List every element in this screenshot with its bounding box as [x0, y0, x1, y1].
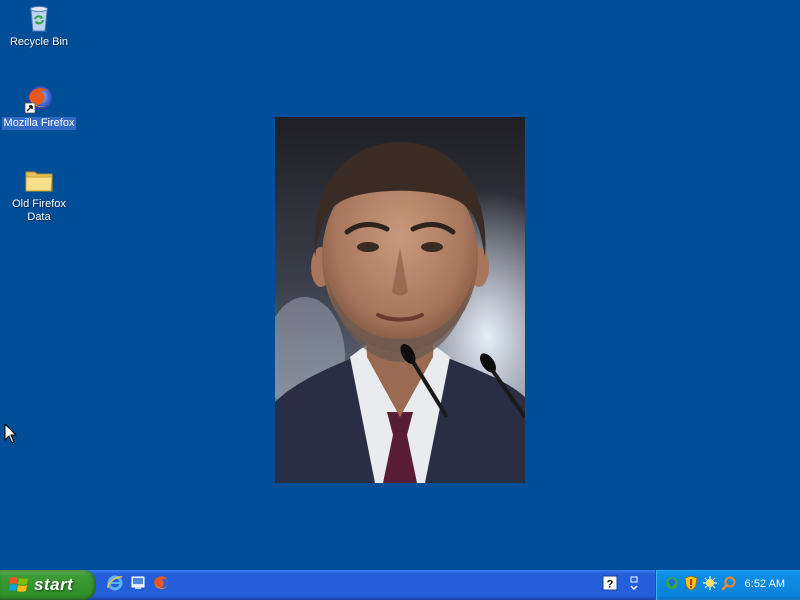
quick-launch-show-desktop[interactable]: [127, 574, 149, 596]
mouse-cursor-icon: [4, 422, 18, 445]
tray-arrow-button[interactable]: [626, 575, 642, 596]
desktop-icon-label: Recycle Bin: [9, 36, 69, 48]
show-desktop-icon: [129, 574, 147, 597]
start-button[interactable]: start: [0, 570, 96, 600]
tray-search[interactable]: [721, 575, 737, 596]
svg-text:?: ?: [607, 578, 614, 590]
quick-launch-firefox[interactable]: [150, 574, 172, 596]
desktop-icon-recycle-bin[interactable]: Recycle Bin: [1, 2, 77, 49]
taskbar-notification-buttons: ?: [598, 574, 642, 596]
recycle-bin-icon: [23, 2, 55, 34]
system-tray: 6:52 AM: [655, 570, 800, 600]
wallpaper-portrait-photo: [275, 117, 525, 483]
help-button[interactable]: ?: [602, 575, 618, 596]
security-shield-icon: [683, 575, 699, 596]
desktop-icon-mozilla-firefox[interactable]: Mozilla Firefox: [1, 83, 77, 130]
taskbar: start ? 6:52 AM: [0, 570, 800, 600]
quick-launch-bar: [104, 574, 173, 596]
taskbar-clock[interactable]: 6:52 AM: [745, 578, 785, 590]
windows-logo-icon: [9, 575, 29, 595]
tray-network[interactable]: [664, 575, 680, 596]
tray-update[interactable]: [702, 575, 718, 596]
internet-explorer-icon: [106, 574, 124, 597]
chevron-up-down-icon: [626, 575, 642, 596]
firefox-shortcut-icon: [23, 83, 55, 115]
quick-launch-internet-explorer[interactable]: [104, 574, 126, 596]
network-icon: [664, 575, 680, 596]
start-label: start: [34, 575, 74, 594]
search-icon: [721, 575, 737, 596]
desktop-icon-label: Old Firefox Data: [12, 198, 66, 223]
desktop[interactable]: Recycle Bin Mozilla Firefox Old Firefox …: [0, 0, 800, 570]
desktop-icon-old-firefox-data[interactable]: Old Firefox Data: [1, 164, 77, 224]
tray-security[interactable]: [683, 575, 699, 596]
folder-icon: [23, 164, 55, 196]
update-icon: [702, 575, 718, 596]
desktop-icon-label: Mozilla Firefox: [1, 117, 77, 130]
help-icon: ?: [602, 575, 618, 596]
firefox-icon: [152, 574, 170, 597]
